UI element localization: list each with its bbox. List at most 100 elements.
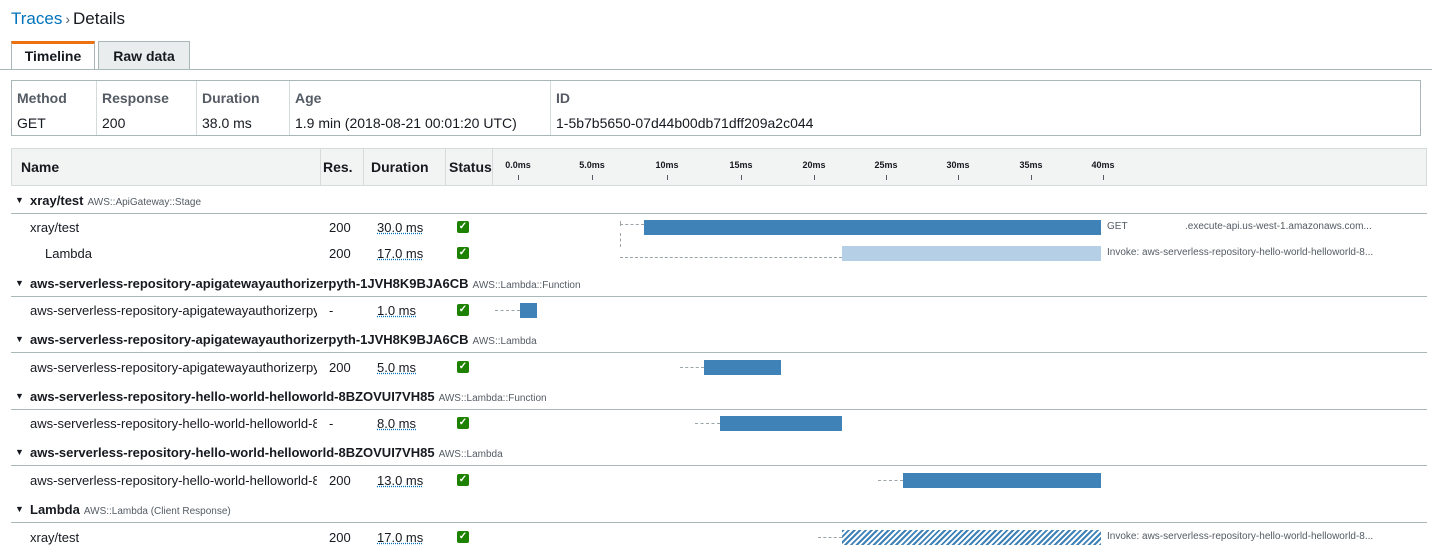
segment-duration-link[interactable]: 5.0 ms: [377, 360, 416, 375]
breadcrumb-separator: ›: [65, 11, 70, 27]
column-divider: [363, 149, 364, 185]
group-type: AWS::Lambda: [472, 336, 537, 347]
segment-duration-link[interactable]: 17.0 ms: [377, 246, 423, 261]
timeline-bar[interactable]: [842, 246, 1101, 261]
timeline-bar[interactable]: [903, 473, 1101, 488]
axis-tick-mark: [958, 175, 959, 180]
status-ok-icon: ✓: [457, 304, 469, 316]
status-ok-icon: ✓: [457, 221, 469, 233]
segment-duration-link[interactable]: 8.0 ms: [377, 416, 416, 431]
axis-tick-mark: [1103, 175, 1104, 180]
axis-tick-label: 30ms: [946, 160, 970, 170]
table-row[interactable]: xray/test 200 17.0 ms ✓ Invoke: aws-serverle…: [11, 527, 1427, 549]
timeline-bar[interactable]: [644, 220, 1101, 235]
timeline-bar[interactable]: [842, 530, 1101, 545]
group-header[interactable]: ▼ aws-serverless-repository-apigatewayaut…: [11, 274, 1427, 297]
group-header[interactable]: ▼ aws-serverless-repository-apigatewayaut…: [11, 330, 1427, 353]
column-header-duration[interactable]: Duration: [371, 149, 429, 185]
group-name: aws-serverless-repository-apigatewayauth…: [30, 276, 469, 291]
breadcrumb: Traces › Details: [11, 9, 125, 29]
group-header[interactable]: ▼ xray/test AWS::ApiGateway::Stage: [11, 191, 1427, 214]
table-row[interactable]: aws-serverless-repository-apigatewayauth…: [11, 357, 1427, 379]
summary-duration-label: Duration: [202, 90, 260, 106]
connector-line: [878, 480, 903, 481]
status-ok-icon: ✓: [457, 474, 469, 486]
collapse-triangle-icon[interactable]: ▼: [15, 504, 24, 514]
table-row[interactable]: aws-serverless-repository-apigatewayauth…: [11, 300, 1427, 322]
axis-tick-mark: [814, 175, 815, 180]
connector-line-vertical: [620, 221, 621, 226]
summary-age: Age 1.9 min (2018-08-21 00:01:20 UTC): [289, 81, 550, 135]
timeline-bar[interactable]: [704, 360, 781, 375]
column-divider: [445, 149, 446, 185]
connector-line-vertical: [620, 233, 621, 247]
tab-timeline[interactable]: Timeline: [11, 41, 95, 70]
axis-tick-label: 10ms: [655, 160, 679, 170]
collapse-triangle-icon[interactable]: ▼: [15, 391, 24, 401]
group-type: AWS::Lambda (Client Response): [83, 506, 231, 517]
axis-tick-label: 40ms: [1091, 160, 1115, 170]
collapse-triangle-icon[interactable]: ▼: [15, 334, 24, 344]
summary-response-label: Response: [102, 90, 169, 106]
tab-divider: [0, 69, 1432, 70]
group-type: AWS::Lambda::Function: [472, 280, 581, 291]
group-header[interactable]: ▼ aws-serverless-repository-hello-world-h…: [11, 387, 1427, 410]
column-divider: [492, 149, 493, 185]
group-title: xray/test AWS::ApiGateway::Stage: [30, 193, 201, 208]
status-ok-icon: ✓: [457, 417, 469, 429]
group-title: aws-serverless-repository-hello-world-he…: [30, 389, 547, 404]
group-header[interactable]: ▼ Lambda AWS::Lambda (Client Response): [11, 500, 1427, 523]
connector-line: [620, 257, 842, 258]
column-header-status[interactable]: Status: [449, 149, 492, 185]
segment-name: aws-serverless-repository-hello-world-he…: [30, 416, 317, 431]
summary-age-label: Age: [295, 90, 322, 106]
collapse-triangle-icon[interactable]: ▼: [15, 278, 24, 288]
segment-name: Lambda: [45, 246, 92, 261]
table-row[interactable]: aws-serverless-repository-hello-world-he…: [11, 470, 1427, 492]
column-header-name[interactable]: Name: [21, 149, 59, 185]
segment-duration-link[interactable]: 17.0 ms: [377, 530, 423, 545]
segment-duration-link[interactable]: 1.0 ms: [377, 303, 416, 318]
summary-response: Response 200: [96, 81, 196, 135]
group-type: AWS::ApiGateway::Stage: [87, 197, 202, 208]
segment-name: aws-serverless-repository-hello-world-he…: [30, 473, 317, 488]
axis-tick-label: 25ms: [874, 160, 898, 170]
bar-annotation: GET: [1107, 221, 1128, 232]
axis-tick-label: 35ms: [1019, 160, 1043, 170]
column-header-res[interactable]: Res.: [323, 149, 353, 185]
group-header[interactable]: ▼ aws-serverless-repository-hello-world-h…: [11, 443, 1427, 466]
timeline-bar[interactable]: [720, 416, 842, 431]
group-title: aws-serverless-repository-hello-world-he…: [30, 445, 503, 460]
segment-duration-link[interactable]: 13.0 ms: [377, 473, 423, 488]
segment-name: xray/test: [30, 220, 80, 235]
group-name: xray/test: [30, 193, 84, 208]
group-type: AWS::Lambda::Function: [438, 393, 547, 404]
table-row[interactable]: Lambda 200 17.0 ms ✓ Invoke: aws-serverless-…: [11, 233, 1427, 265]
connector-line: [680, 367, 704, 368]
group-type: AWS::Lambda: [438, 449, 503, 460]
table-row[interactable]: xray/test 200 30.0 ms ✓ GET .execute-api.us-w…: [11, 217, 1427, 239]
group-title: Lambda AWS::Lambda (Client Response): [30, 502, 231, 517]
collapse-triangle-icon[interactable]: ▼: [15, 195, 24, 205]
status-ok-icon: ✓: [457, 531, 469, 543]
group-title: aws-serverless-repository-apigatewayauth…: [30, 332, 537, 347]
timeline-bar[interactable]: [520, 303, 537, 318]
segment-duration-link[interactable]: 30.0 ms: [377, 220, 423, 235]
table-row[interactable]: aws-serverless-repository-hello-world-he…: [11, 413, 1427, 435]
summary-response-value: 200: [102, 115, 126, 131]
response-code: 200: [329, 220, 351, 235]
axis-tick-label: 5.0ms: [579, 160, 605, 170]
bar-annotation: Invoke: aws-serverless-repository-hello-…: [1107, 531, 1374, 542]
column-divider: [320, 149, 321, 185]
breadcrumb-current: Details: [73, 9, 125, 28]
breadcrumb-traces-link[interactable]: Traces: [11, 9, 62, 28]
group-name: Lambda: [30, 502, 80, 517]
collapse-triangle-icon[interactable]: ▼: [15, 447, 24, 457]
bar-annotation: Invoke: aws-serverless-repository-hello-…: [1107, 247, 1374, 258]
summary-duration-value: 38.0 ms: [202, 115, 252, 131]
tab-raw-data[interactable]: Raw data: [98, 41, 190, 69]
axis-tick-mark: [518, 175, 519, 180]
summary-method-value: GET: [17, 115, 46, 131]
connector-line: [695, 423, 720, 424]
segment-name: aws-serverless-repository-apigatewayauth…: [30, 360, 317, 375]
